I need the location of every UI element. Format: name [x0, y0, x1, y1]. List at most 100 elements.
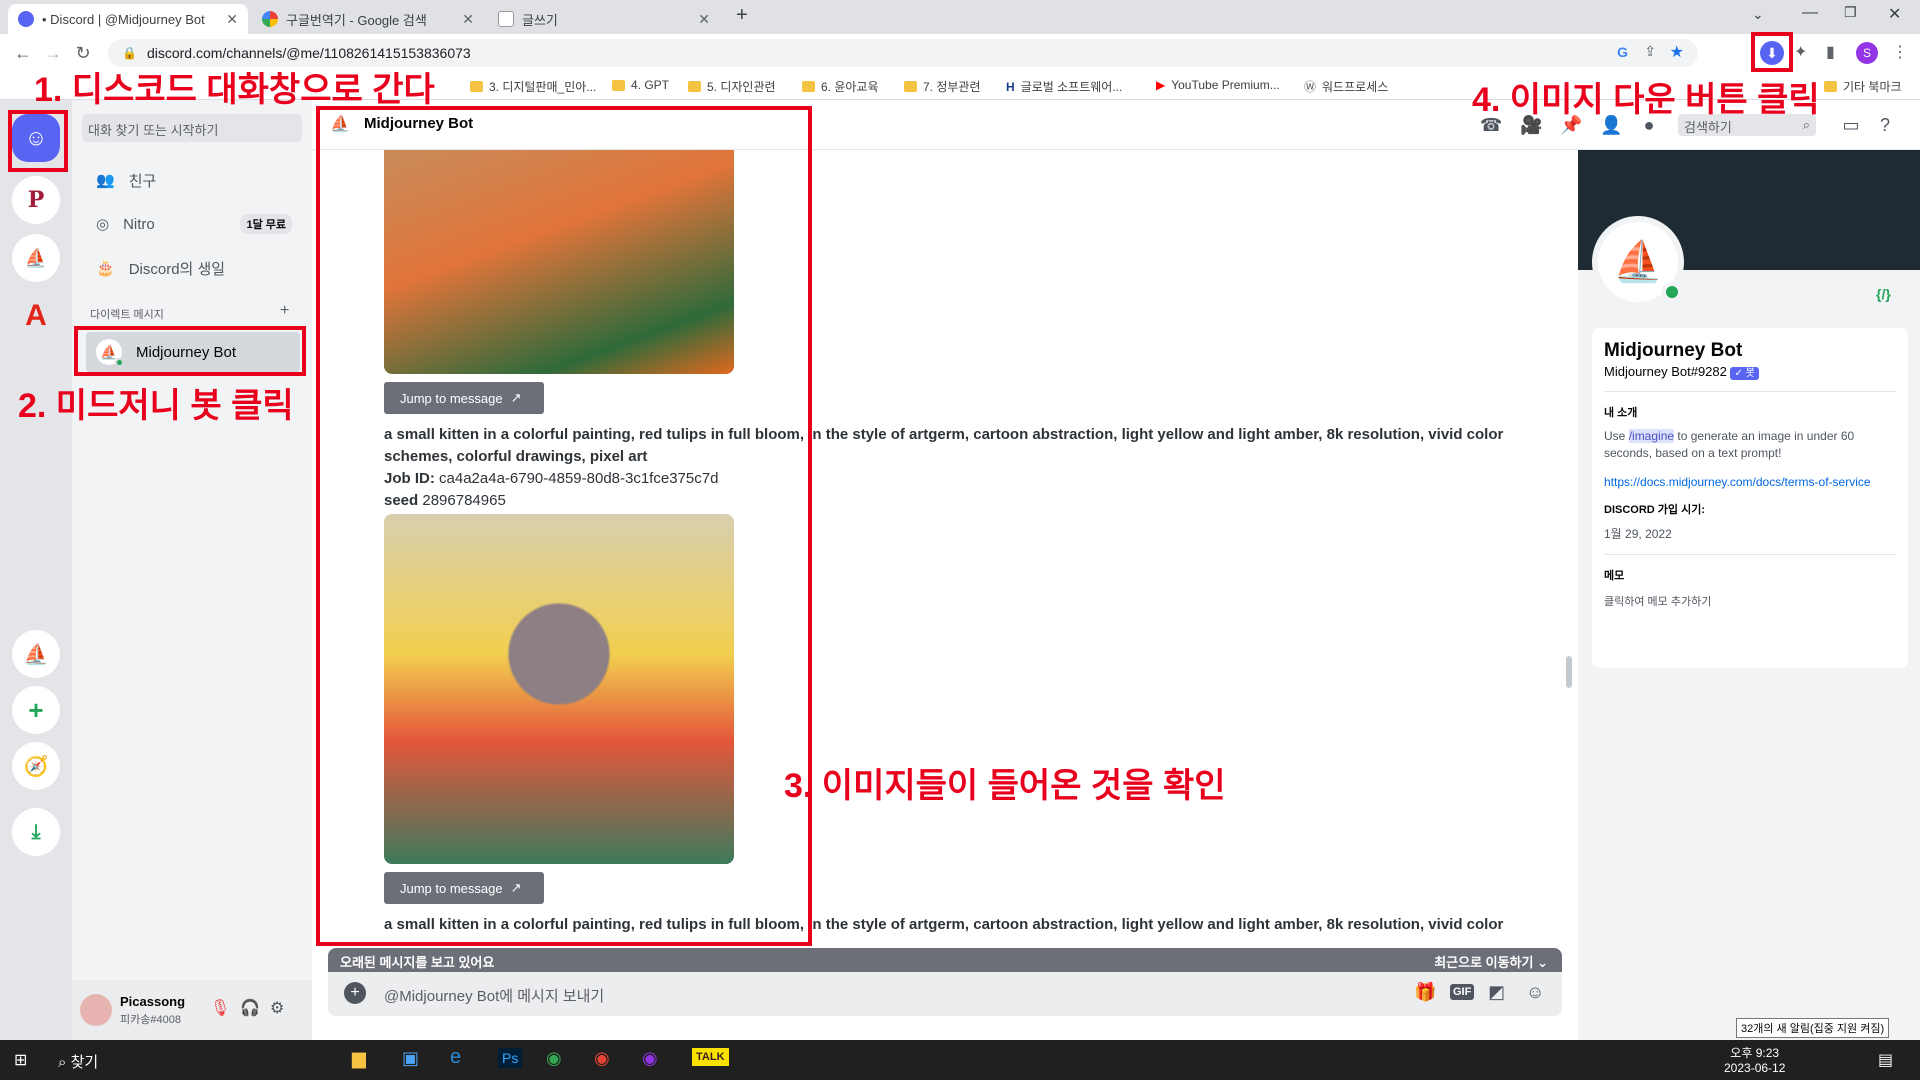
extensions-icon[interactable]: ✦ [1794, 42, 1807, 62]
chrome-icon[interactable]: ◉ [594, 1048, 610, 1069]
close-tab-icon[interactable]: ✕ [462, 11, 474, 28]
bookmark-item[interactable]: ▶ YouTube Premium... [1156, 78, 1280, 92]
settings-gear-icon[interactable]: ⚙ [270, 998, 284, 1018]
tab-discord[interactable]: • Discord | @Midjourney Bot ✕ [8, 4, 248, 34]
bookmark-item[interactable]: 4. GPT [612, 78, 669, 92]
friends-link[interactable]: 👥 친구 [86, 160, 300, 200]
terms-link[interactable]: https://docs.midjourney.com/docs/terms-o… [1604, 474, 1896, 491]
menu-icon[interactable]: ⋮ [1892, 42, 1908, 62]
bookmark-item[interactable]: 기타 북마크 [1824, 78, 1902, 95]
attach-plus-icon[interactable]: + [344, 982, 366, 1004]
windows-start-icon[interactable]: ⊞ [14, 1050, 27, 1070]
download-apps-icon[interactable]: ⤓ [12, 808, 60, 856]
nitro-link[interactable]: ◎ Nitro 1달 무료 [86, 204, 300, 244]
tab-write[interactable]: 글쓰기 ✕ [488, 4, 720, 34]
add-server-icon[interactable]: + [12, 686, 60, 734]
chat-scrollbar[interactable] [1566, 656, 1572, 688]
memo-input[interactable]: 클릭하여 메모 추가하기 [1604, 593, 1896, 609]
annotation-box-2 [74, 326, 306, 376]
folder-icon [612, 79, 625, 91]
side-panel-icon[interactable]: ▮ [1826, 42, 1835, 62]
imagine-command[interactable]: /imagine [1628, 429, 1675, 443]
folder-icon [802, 81, 815, 92]
bot-badge: ✓ 봇 [1730, 367, 1759, 380]
folder-icon [1824, 81, 1837, 92]
jump-recent-link[interactable]: 최근으로 이동하기 ⌄ [1434, 952, 1548, 971]
nitro-label: Nitro [123, 215, 155, 233]
about-text: Use /imagine to generate an image in und… [1604, 428, 1896, 462]
kakaotalk-icon[interactable]: TALK [692, 1048, 729, 1066]
bookmark-label: 기타 북마크 [1843, 80, 1902, 94]
explore-icon[interactable]: 🧭 [12, 742, 60, 790]
profile-avatar[interactable]: S [1856, 42, 1878, 64]
create-dm-button[interactable]: + [280, 302, 289, 320]
edge-icon[interactable]: e [450, 1046, 461, 1069]
time: 오후 9:23 [1730, 1046, 1780, 1060]
restore-icon[interactable]: ❐ [1844, 4, 1857, 21]
annotation-box-3 [316, 106, 812, 946]
photoshop-icon[interactable]: Ps [498, 1048, 523, 1068]
server-midjourney-icon[interactable]: ⛵ [12, 630, 60, 678]
app-icon[interactable]: ◉ [546, 1048, 562, 1069]
user-avatar[interactable] [80, 994, 112, 1026]
bookmark-item[interactable]: Ⓦ 워드프로세스 [1304, 78, 1388, 95]
bookmark-item[interactable]: 3. 디지털판매_민아... [470, 78, 596, 95]
dm-search-input[interactable]: 대화 찾기 또는 시작하기 [82, 114, 302, 142]
server-adobe-icon[interactable]: A [12, 292, 60, 340]
tab-google[interactable]: 구글번역기 - Google 검색 ✕ [252, 4, 484, 34]
minimize-icon[interactable]: — [1802, 4, 1818, 22]
taskbar-search-label: 찾기 [70, 1054, 99, 1071]
notification-center-icon[interactable]: ▤ [1878, 1050, 1893, 1070]
bookmark-star-icon[interactable]: ★ [1670, 42, 1684, 62]
server-p-icon[interactable]: P [12, 176, 60, 224]
message-composer[interactable]: + @Midjourney Bot에 메시지 보내기 🎁 GIF ◩ ☺ [328, 972, 1562, 1016]
headphones-icon[interactable]: 🎧 [240, 998, 260, 1018]
bookmark-item[interactable]: 6. 윤아교육 [802, 78, 879, 95]
bookmark-item[interactable]: 5. 디자인관련 [688, 78, 776, 95]
bookmark-item[interactable]: H 글로벌 소프트웨어... [1006, 78, 1122, 95]
clock[interactable]: 오후 9:23 2023-06-12 [1724, 1044, 1785, 1075]
new-tab-button[interactable]: + [736, 4, 748, 27]
back-icon[interactable]: ← [8, 43, 38, 64]
close-window-icon[interactable]: ✕ [1888, 4, 1901, 24]
active-developer-icon: {/} [1876, 286, 1891, 302]
mute-mic-icon[interactable]: 🎙 [210, 998, 230, 1018]
joined-date: 1월 29, 2022 [1604, 527, 1672, 541]
sticker-icon[interactable]: ◩ [1488, 982, 1505, 1003]
inbox-icon[interactable]: ▭ [1840, 114, 1862, 136]
profile-card: Midjourney Bot Midjourney Bot#9282 ✓ 봇 내… [1592, 328, 1908, 668]
reload-icon[interactable]: ↻ [68, 43, 98, 64]
older-messages-banner[interactable]: 오래된 메시지를 보고 있어요 최근으로 이동하기 ⌄ [328, 948, 1562, 972]
date: 2023-06-12 [1724, 1061, 1786, 1075]
user-panel: Picassong 피카송#4008 🎙 🎧 ⚙ [72, 980, 312, 1040]
memo-heading: 메모 [1604, 570, 1625, 582]
joined-heading: DISCORD 가입 시기: [1604, 504, 1705, 516]
windows-taskbar: ⊞ ⌕ 찾기 ▆ ▣ e Ps ◉ ◉ ◉ TALK 오후 9:23 2023-0… [0, 1040, 1920, 1080]
help-icon[interactable]: ? [1874, 114, 1896, 136]
lock-icon: 🔒 [122, 46, 137, 60]
chrome-profile-icon[interactable]: ◉ [642, 1048, 658, 1069]
bookmark-label: 4. GPT [631, 78, 670, 92]
gif-button[interactable]: GIF [1450, 984, 1475, 1000]
shop-link[interactable]: 🎂 Discord의 생일 [86, 248, 300, 288]
server-boat-icon[interactable]: ⛵ [12, 234, 60, 282]
user-tag: 피카송#4008 [120, 1014, 181, 1026]
gift-icon[interactable]: 🎁 [1414, 982, 1436, 1003]
tab-search-icon[interactable]: ⌄ [1752, 6, 1764, 23]
emoji-icon[interactable]: ☺ [1526, 982, 1544, 1003]
forward-icon[interactable]: → [38, 43, 68, 64]
close-tab-icon[interactable]: ✕ [226, 11, 238, 28]
bookmark-item[interactable]: 7. 정부관련 [904, 78, 981, 95]
annotation-box-1 [8, 110, 68, 172]
taskbar-search[interactable]: ⌕ 찾기 [58, 1051, 98, 1072]
profile-tag: Midjourney Bot#9282 [1604, 364, 1727, 379]
wordpress-icon: Ⓦ [1304, 80, 1317, 94]
file-explorer-icon[interactable]: ▆ [352, 1048, 366, 1069]
google-g-icon[interactable]: G [1617, 44, 1628, 60]
app-icon[interactable]: ▣ [402, 1048, 419, 1069]
close-tab-icon[interactable]: ✕ [698, 11, 710, 28]
profile-panel: ⛵ {/} Midjourney Bot Midjourney Bot#9282… [1578, 150, 1920, 1040]
nitro-icon: ◎ [96, 216, 110, 233]
profile-name: Midjourney Bot [1604, 340, 1743, 361]
share-icon[interactable]: ⇪ [1644, 43, 1656, 60]
